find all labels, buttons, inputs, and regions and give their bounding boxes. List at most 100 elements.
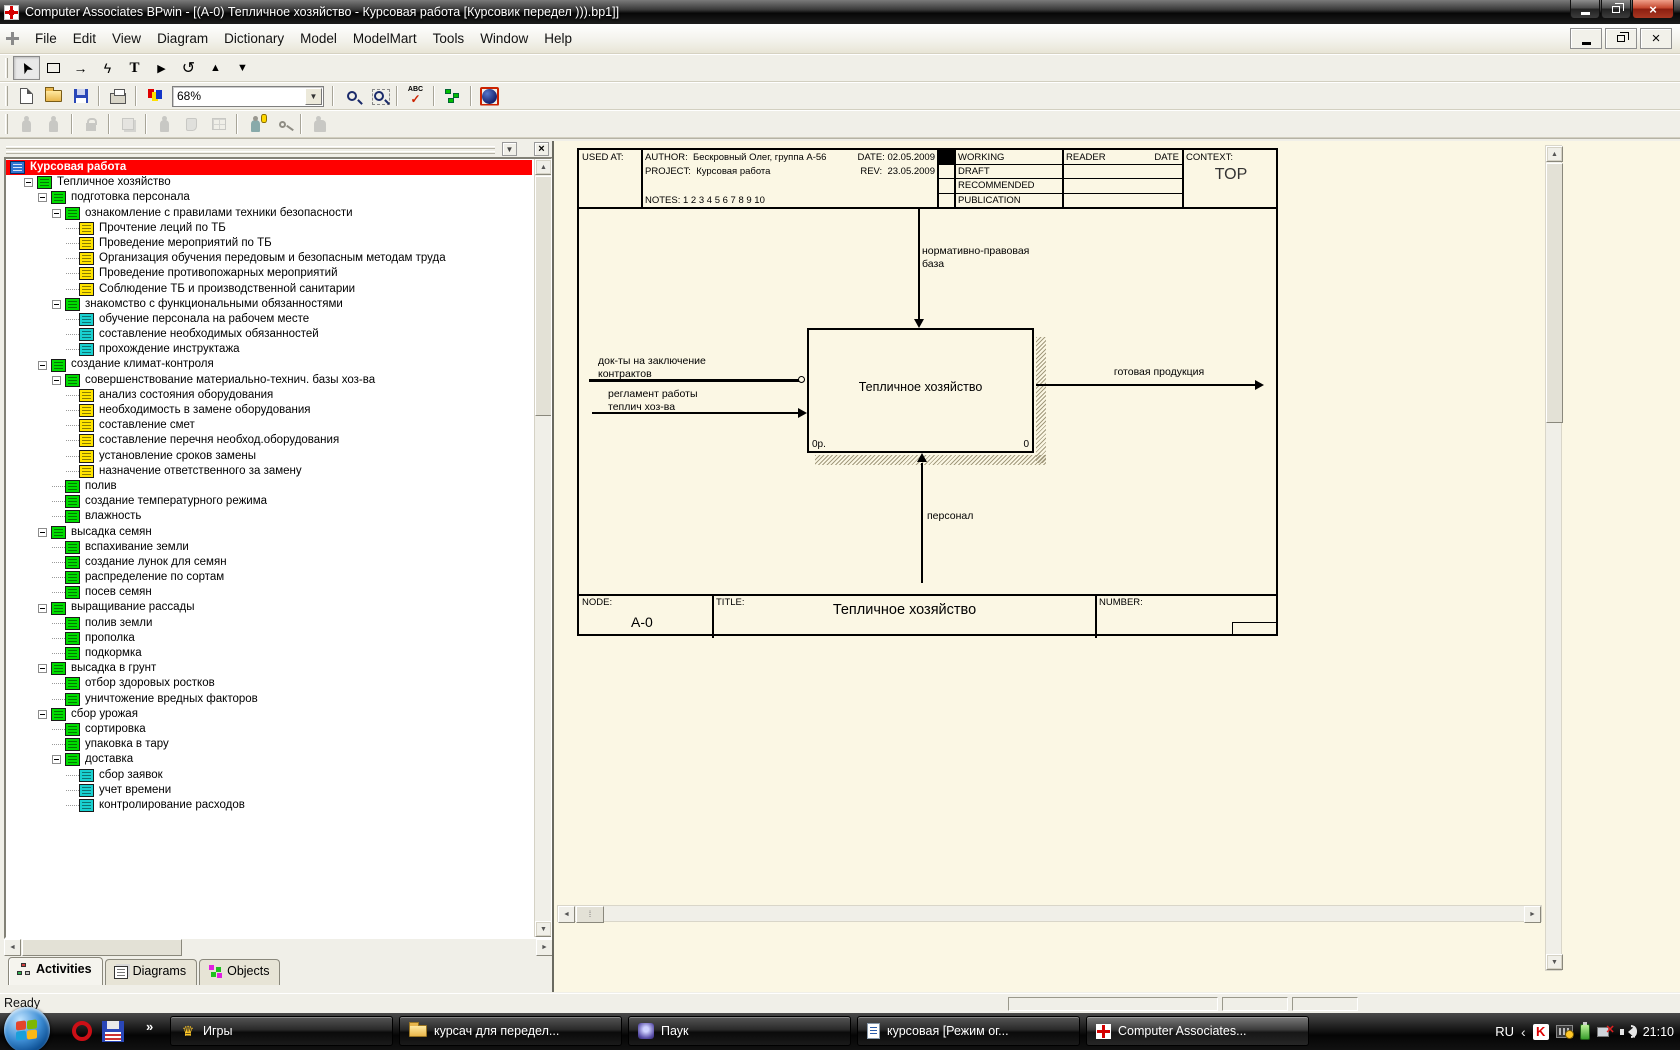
diagram-horizontal-scrollbar[interactable]: ◄ ► xyxy=(557,905,1542,922)
input-arrow-reglament-label[interactable]: регламент работы теплич хоз-ва xyxy=(608,388,698,414)
tree-expand-toggle[interactable] xyxy=(38,664,47,673)
quicklaunch-expand-chevron[interactable]: » xyxy=(146,1019,153,1034)
tree-expand-toggle[interactable] xyxy=(52,755,61,764)
close-button[interactable]: × xyxy=(1632,0,1674,19)
control-arrow[interactable] xyxy=(918,208,920,320)
menu-item-dictionary[interactable]: Dictionary xyxy=(216,27,292,50)
menu-item-help[interactable]: Help xyxy=(536,27,580,50)
go-to-child-button[interactable]: ▼ xyxy=(229,56,256,80)
go-to-parent-button[interactable]: ▲ xyxy=(202,56,229,80)
tab-diagrams[interactable]: Diagrams xyxy=(105,959,198,985)
menu-item-window[interactable]: Window xyxy=(472,27,536,50)
squiggle-tool-button[interactable]: ϟ xyxy=(94,56,121,80)
tree-expand-toggle[interactable] xyxy=(52,300,61,309)
scroll-up-arrow-icon[interactable]: ▲ xyxy=(535,159,552,175)
text-tool-button[interactable]: T xyxy=(121,56,148,80)
mechanism-arrow-label[interactable]: персонал xyxy=(927,510,973,523)
tree-item[interactable]: Проведение противопожарных мероприятий xyxy=(6,266,532,281)
scroll-up-arrow-icon[interactable]: ▲ xyxy=(1546,146,1563,162)
tree-item[interactable]: подкормка xyxy=(6,646,532,661)
tray-collapse-chevron[interactable]: ‹ xyxy=(1521,1024,1526,1040)
restore-button[interactable] xyxy=(1601,0,1631,19)
tree-item[interactable]: анализ состояния оборудования xyxy=(6,388,532,403)
tree-item[interactable]: ознакомление с правилами техники безопас… xyxy=(6,206,532,221)
scroll-right-arrow-icon[interactable]: ► xyxy=(536,939,553,956)
tree-item[interactable]: высадка семян xyxy=(6,525,532,540)
tree-item[interactable]: высадка в грунт xyxy=(6,661,532,676)
mdi-minimize-button[interactable] xyxy=(1570,28,1602,49)
zoom-dropdown-arrow-icon[interactable]: ▼ xyxy=(305,88,322,105)
taskbar-button-games[interactable]: Игры xyxy=(170,1016,393,1046)
mdi-restore-button[interactable] xyxy=(1605,28,1637,49)
network-disconnected-tray-icon[interactable] xyxy=(1597,1025,1613,1038)
diagram-dictionary-button[interactable]: ▶ xyxy=(148,56,175,80)
toolbar-grip[interactable] xyxy=(5,58,8,78)
output-arrow-label[interactable]: готовая продукция xyxy=(1079,366,1239,379)
minimize-button[interactable] xyxy=(1570,0,1600,19)
tree-hscrollbar-thumb[interactable] xyxy=(22,939,182,956)
zoom-area-button[interactable] xyxy=(365,84,392,108)
menu-item-tools[interactable]: Tools xyxy=(425,27,473,50)
tree-item[interactable]: необходимость в замене оборудования xyxy=(6,403,532,418)
tree-item[interactable]: совершенствование материально-технич. ба… xyxy=(6,373,532,388)
menu-item-file[interactable]: File xyxy=(27,27,65,50)
tree-expand-toggle[interactable] xyxy=(38,710,47,719)
tree-item[interactable]: Соблюдение ТБ и производственной санитар… xyxy=(6,282,532,297)
tree-expand-toggle[interactable] xyxy=(38,361,47,370)
zoom-in-button[interactable] xyxy=(338,84,365,108)
tree-item[interactable]: составление необходимых обязанностей xyxy=(6,327,532,342)
save-button[interactable] xyxy=(67,84,94,108)
scroll-down-arrow-icon[interactable]: ▼ xyxy=(1546,954,1563,970)
tree-item[interactable]: вспахивание земли xyxy=(6,540,532,555)
tree-item[interactable]: полив земли xyxy=(6,616,532,631)
tree-item[interactable]: знакомство с функциональными обязанностя… xyxy=(6,297,532,312)
keyboard-tray-icon[interactable] xyxy=(1556,1025,1573,1038)
open-file-button[interactable] xyxy=(40,84,67,108)
tree-item[interactable]: Курсовая работа xyxy=(6,160,532,175)
input-arrow-contracts-label[interactable]: док-ты на заключение контрактов xyxy=(598,355,706,381)
activity-box-tool-button[interactable] xyxy=(40,56,67,80)
menu-item-modelmart[interactable]: ModelMart xyxy=(345,27,425,50)
menu-item-diagram[interactable]: Diagram xyxy=(149,27,216,50)
mm-key-icon[interactable] xyxy=(269,112,296,136)
volume-tray-icon[interactable] xyxy=(1620,1025,1636,1039)
control-arrow-label[interactable]: нормативно-правовая база xyxy=(922,245,1029,271)
tree-item[interactable]: Тепличное хозяйство xyxy=(6,175,532,190)
diagram-vertical-scrollbar[interactable]: ▲ ▼ xyxy=(1545,145,1562,971)
scroll-left-arrow-icon[interactable]: ◄ xyxy=(558,906,575,923)
kaspersky-tray-icon[interactable]: K xyxy=(1533,1024,1549,1040)
scroll-right-arrow-icon[interactable]: ► xyxy=(1524,906,1541,923)
activity-box[interactable]: Тепличное хозяйство 0р. 0 xyxy=(807,328,1034,453)
web-publish-button[interactable] xyxy=(476,84,503,108)
taskbar-button-folder[interactable]: курсач для передел... xyxy=(399,1016,622,1046)
explorer-close-button[interactable]: × xyxy=(534,142,549,156)
tree-item[interactable]: Прочтение леций по ТБ xyxy=(6,221,532,236)
scroll-down-arrow-icon[interactable]: ▼ xyxy=(535,921,552,937)
tree-expand-toggle[interactable] xyxy=(24,178,33,187)
tree-item[interactable]: прополка xyxy=(6,631,532,646)
zoom-level-combobox[interactable]: 68% ▼ xyxy=(172,86,324,107)
new-file-button[interactable] xyxy=(13,84,40,108)
tree-item[interactable]: влажность xyxy=(6,509,532,524)
save-quicklaunch-icon[interactable] xyxy=(102,1021,124,1042)
start-button[interactable] xyxy=(4,1007,50,1050)
mm-user-db-icon[interactable] xyxy=(242,112,269,136)
tree-vertical-scrollbar[interactable]: ▲ ▼ xyxy=(534,159,551,937)
menu-item-model[interactable]: Model xyxy=(292,27,345,50)
mdi-close-button[interactable]: × xyxy=(1640,28,1672,49)
opera-quicklaunch-icon[interactable] xyxy=(72,1021,92,1041)
tab-activities[interactable]: Activities xyxy=(8,957,103,985)
tree-expand-toggle[interactable] xyxy=(52,376,61,385)
tree-item[interactable]: создание лунок для семян xyxy=(6,555,532,570)
spell-check-button[interactable]: ABC✓ xyxy=(402,84,429,108)
output-arrow[interactable] xyxy=(1036,384,1257,386)
tree-item[interactable]: упаковка в тару xyxy=(6,737,532,752)
tree-item[interactable]: сбор урожая xyxy=(6,707,532,722)
tree-item[interactable]: учет времени xyxy=(6,783,532,798)
tree-item[interactable]: создание температурного режима xyxy=(6,494,532,509)
tree-item[interactable]: подготовка персонала xyxy=(6,190,532,205)
color-settings-button[interactable] xyxy=(141,84,168,108)
toolbar-grip[interactable] xyxy=(5,86,8,106)
diagram-hscrollbar-thumb[interactable] xyxy=(576,906,604,923)
go-to-sibling-button[interactable]: ↺ xyxy=(175,56,202,80)
